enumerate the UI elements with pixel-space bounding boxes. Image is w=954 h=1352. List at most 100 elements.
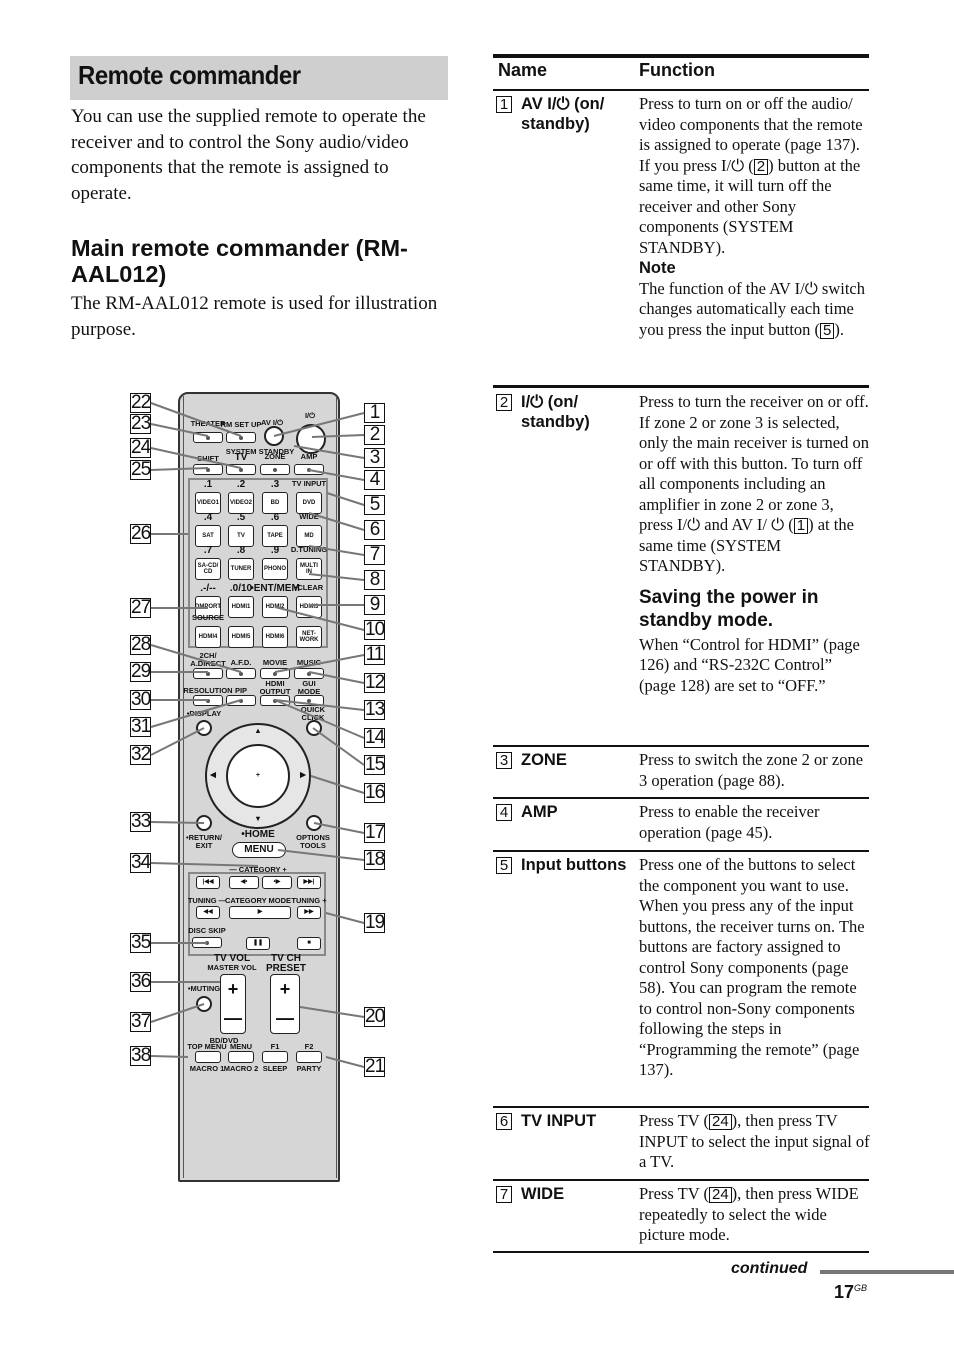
label-key: .3 [270,479,280,490]
label-key: .0/10 [229,583,253,594]
input-button-dvd: DVD [296,492,322,514]
label-resolution: RESOLUTION [183,686,233,695]
label-key: .1 [203,479,213,490]
input-button-sacdcd: SA-CD/ CD [195,558,221,580]
button-dot [307,467,311,472]
row-number-3: 3 [496,752,512,769]
label-key: .6 [270,512,280,523]
standby-text: When “Control for HDMI” (page 126) and “… [639,634,860,695]
row-rule [493,385,869,388]
label-zone: ZONE [264,452,286,461]
row-function-2: Press to turn the receiver on or off. If… [639,392,871,696]
row-name-4: AMP [521,803,558,821]
input-button-sat: SAT [195,525,221,547]
callout-24: 24 [130,437,151,458]
input-button-hdmi4: HDMI4 [195,626,221,648]
right-arrow-icon: ▶ [300,770,306,779]
callout-2: 2 [364,425,385,445]
button-dot [307,698,311,703]
row-rule [493,1251,869,1253]
options-tools-button [306,815,322,831]
label-master-vol: MASTER VOL [207,963,257,972]
home-menu-button: MENU [232,842,286,858]
button-dot [206,435,210,440]
row-name-7: WIDE [521,1185,565,1203]
row-function-3: Press to switch the zone 2 or zone 3 ope… [639,750,864,790]
callout-17: 17 [364,822,385,843]
ref-box: 2 [753,158,769,175]
callout-28: 28 [130,634,151,655]
callout-15: 15 [364,754,385,775]
row-name-2: I/⏻ (on/ standby) [521,393,590,431]
continued-bar [820,1270,954,1274]
button-dot [273,671,277,676]
callout-22: 22 [130,392,151,413]
row-number-2: 2 [496,394,512,411]
label-key: •CLEAR [294,583,324,592]
callout-3: 3 [364,448,385,468]
callout-29: 29 [130,661,151,682]
callout-36: 36 [130,971,151,992]
label-f1: F1 [270,1042,280,1051]
callout-10: 10 [364,619,385,640]
enter-icon: + [255,770,261,779]
av-power-button [264,426,284,446]
label-bd-menu: MENU [229,1042,253,1051]
tv-button [226,464,256,475]
left-arrow-icon: ◀ [210,770,216,779]
row-rule [493,1179,869,1181]
input-button-hdmi5: HDMI5 [228,626,254,648]
down-arrow-icon: ▼ [254,814,262,823]
button-dot [206,467,210,472]
label-macro1: MACRO 1 [189,1064,225,1073]
callout-7: 7 [364,545,385,565]
label-key: .5 [236,512,246,523]
row-name-3: ZONE [521,751,567,769]
ref-box: 24 [708,1114,732,1130]
label-pip: PIP [234,686,248,695]
label-key: TV INPUT [291,479,327,488]
label-key: WIDE [299,512,319,521]
button-dot [206,671,210,676]
label-shift: SHIFT [197,454,219,463]
callout-38: 38 [130,1045,151,1066]
master-volume-rocker: + — [220,974,246,1034]
hdmi-output-button [260,695,290,706]
callout-20: 20 [364,1006,385,1027]
callout-16: 16 [364,782,385,803]
power-button [296,424,326,454]
button-dot [239,467,243,472]
input-button-hdmi1: HDMI1 [228,596,254,618]
row-number-7: 7 [496,1186,512,1203]
callout-8: 8 [364,570,385,590]
label-key: SOURCE [191,613,225,622]
label-category-mode: CATEGORY MODE [224,896,292,905]
label-key: .7 [203,545,213,556]
zone-button [260,464,290,475]
standby-subheading: Saving the power in standby mode. [639,586,819,631]
callout-9: 9 [364,595,385,615]
label-gui-mode: GUI MODE [297,679,321,696]
row1-text: Press to turn on or off the audio/ video… [639,94,863,154]
stop-button: ■ [297,937,321,950]
plus-icon: + [279,979,291,1000]
button-dot [307,671,311,676]
input-button-bd: BD [262,492,288,514]
pip-button [226,695,256,706]
label-hdmi-output: HDMI OUTPUT [259,679,291,696]
input-button-video2: VIDEO2 [228,492,254,514]
callout-14: 14 [364,727,385,748]
section-title: Remote commander [78,60,301,90]
quick-click-button [306,720,322,736]
preset-rocker: + — [270,974,300,1034]
subheading-text: The RM-AAL012 remote is used for illustr… [71,293,438,340]
label-music: MUSIC [296,658,322,667]
input-button-hdmi2: HDMI2 [262,596,288,618]
2ch-button [193,668,223,679]
minus-icon: — [224,1008,242,1029]
note-label: Note [639,259,676,277]
movie-button [260,668,290,679]
rewind-button: ◀◀ [196,906,220,919]
plus-icon: + [227,979,239,1000]
callout-26: 26 [130,523,151,544]
